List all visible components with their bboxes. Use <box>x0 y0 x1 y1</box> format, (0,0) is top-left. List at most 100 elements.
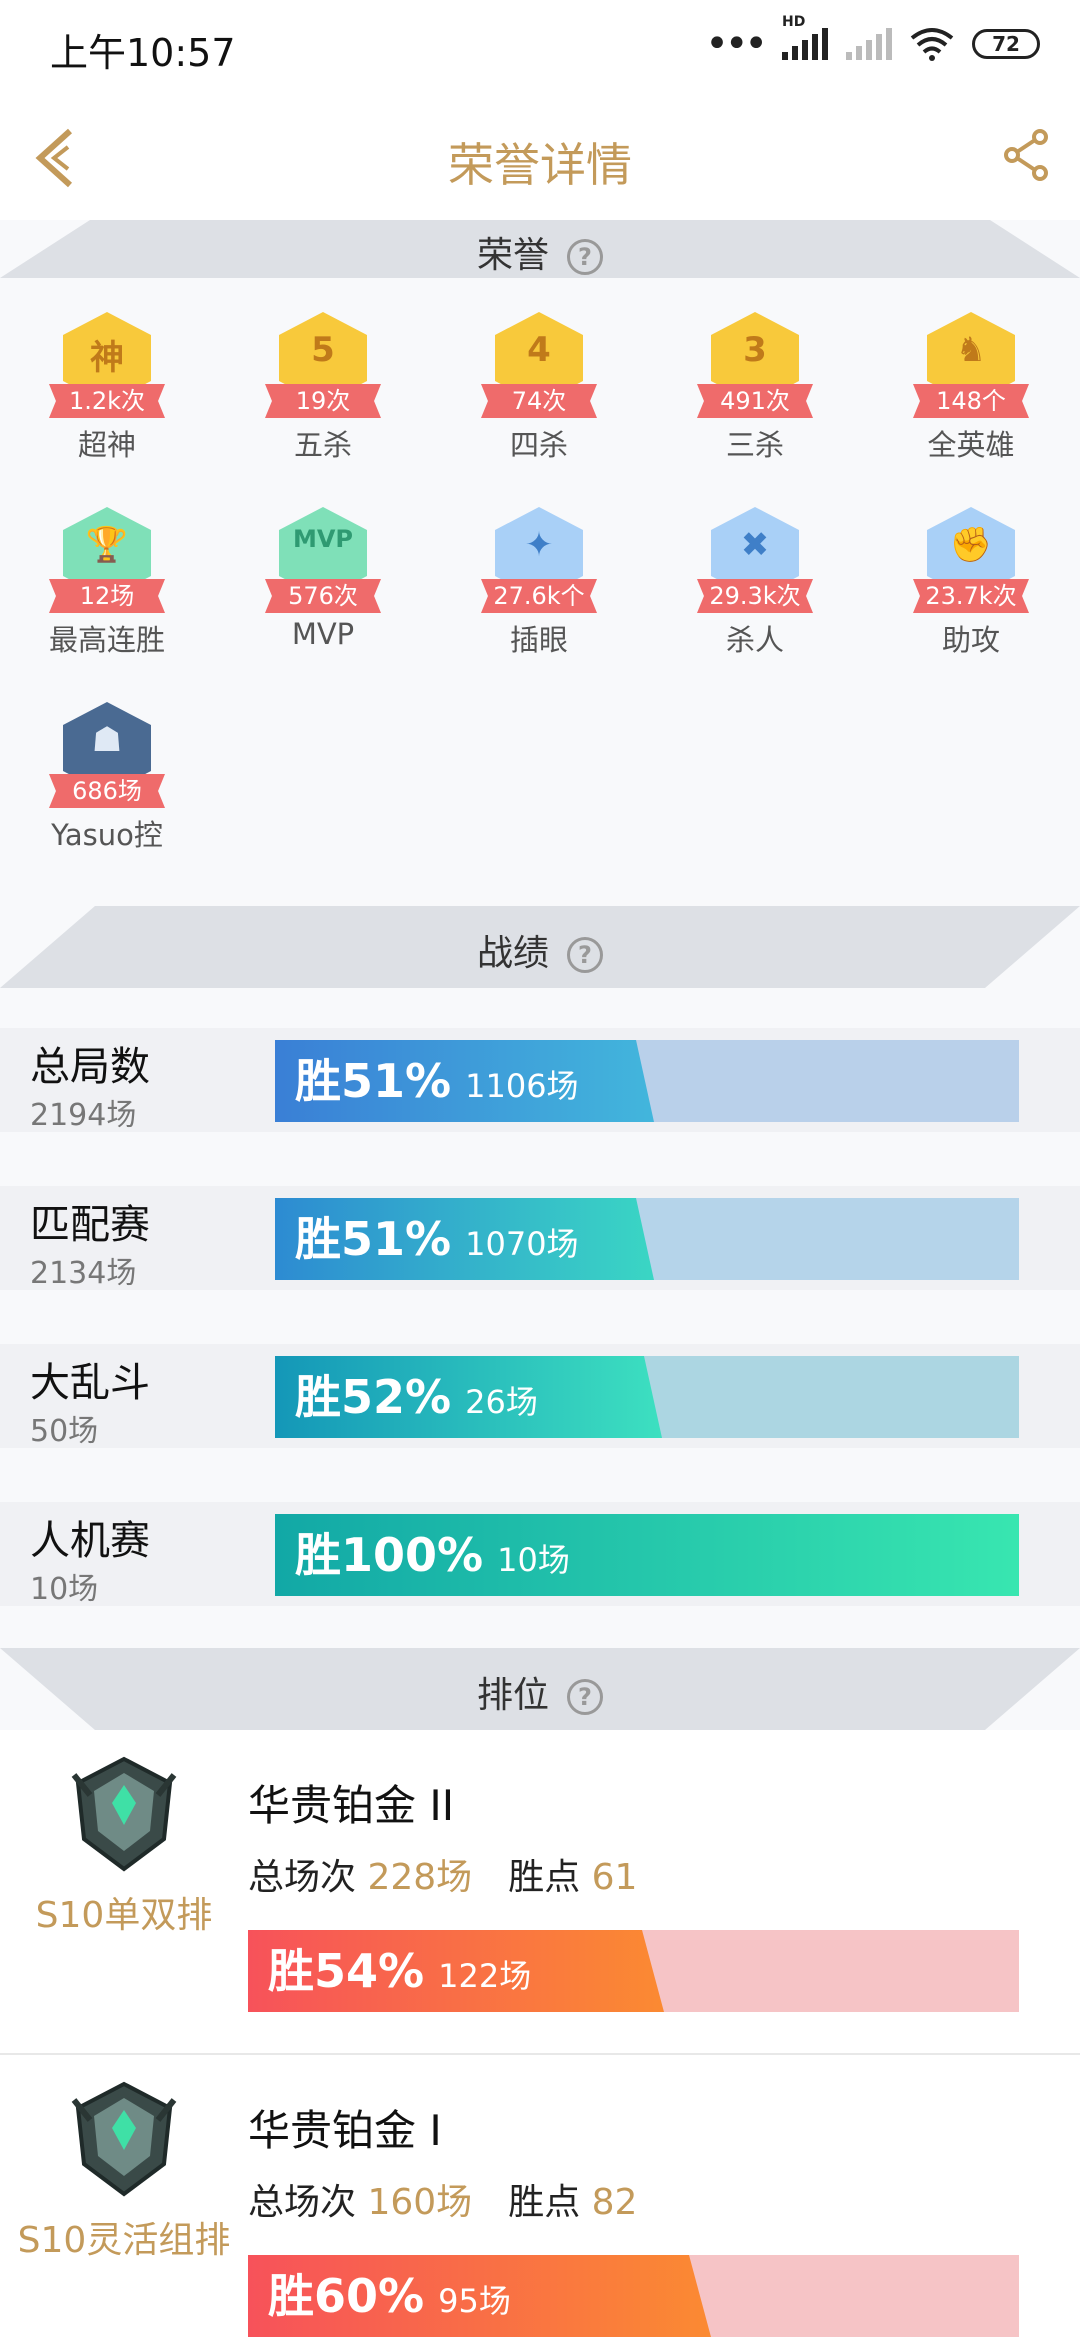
ranked-card[interactable]: S10灵活组排 华贵铂金 I 总场次 160场 胜点 82 胜60% 95场 <box>0 2055 1080 2340</box>
record-total: 50场 <box>30 1414 99 1449</box>
honor-glyph: ☗ <box>91 720 123 760</box>
honor-item[interactable]: 5 19次五杀 <box>233 308 413 464</box>
honor-glyph: ♞ <box>955 330 987 370</box>
honor-badge-icon: 3 491次 <box>697 308 813 418</box>
honor-name: Yasuo控 <box>51 818 163 852</box>
record-total: 2134场 <box>30 1256 137 1291</box>
winrate-text: 胜100% 10场 <box>295 1514 570 1596</box>
section-header-record: 战绩? <box>0 906 1080 988</box>
ranked-mode: S10单双排 <box>35 1895 213 1936</box>
honor-item[interactable]: 4 74次四杀 <box>449 308 629 464</box>
ranked-info: 总场次 160场 胜点 82 <box>248 2173 637 2225</box>
ranked-mode: S10灵活组排 <box>17 2220 231 2261</box>
honor-item[interactable]: ✦ 27.6k个插眼 <box>449 503 629 659</box>
record-row[interactable]: 匹配赛 2134场 胜51% 1070场 <box>0 1186 1080 1291</box>
help-icon[interactable]: ? <box>567 1679 603 1715</box>
total-label: 总场次 <box>248 2182 357 2223</box>
honor-name: 全英雄 <box>927 428 1015 462</box>
honor-item[interactable]: ♞ 148个全英雄 <box>881 308 1061 464</box>
honor-glyph: ✊ <box>949 525 993 565</box>
honor-name: 三杀 <box>725 428 784 462</box>
winrate-text: 胜51% 1106场 <box>295 1040 579 1122</box>
honor-count: 12场 <box>49 579 165 613</box>
record-title: 大乱斗 <box>30 1360 150 1406</box>
honor-name: 助攻 <box>941 623 1000 657</box>
status-bar: 上午10:57 ••• HD 72 <box>0 0 1080 95</box>
page-title: 荣誉详情 <box>448 138 632 192</box>
ranked-winrate-bar: 胜60% 95场 <box>248 2255 1019 2337</box>
honor-badge-icon: MVP 576次 <box>265 503 381 613</box>
honor-badge-icon: ✦ 27.6k个 <box>481 503 597 613</box>
honor-count: 686场 <box>49 774 165 808</box>
honor-item[interactable]: ✖ 29.3k次 杀人 <box>665 503 845 659</box>
battery-icon: 72 <box>972 29 1040 59</box>
record-row[interactable]: 大乱斗 50场 胜52% 26场 <box>0 1344 1080 1449</box>
winrate-text: 胜52% 26场 <box>295 1356 538 1438</box>
section-header-ranked: 排位? <box>0 1648 1080 1730</box>
points-value: 61 <box>580 1857 638 1898</box>
total-label: 总场次 <box>248 1857 357 1898</box>
honor-glyph: ✖ <box>740 525 770 565</box>
ranked-winrate-label: 胜60% <box>268 2269 425 2323</box>
section-title-record: 战绩 <box>476 933 549 974</box>
honor-badge-icon: ✖ 29.3k次 <box>697 503 813 613</box>
record-title: 匹配赛 <box>30 1202 150 1248</box>
record-total: 10场 <box>30 1572 99 1607</box>
ranked-info: 总场次 228场 胜点 61 <box>248 1848 637 1900</box>
win-games: 1070场 <box>465 1225 579 1263</box>
honor-name: 五杀 <box>293 428 352 462</box>
honor-count: 29.3k次 <box>697 579 813 613</box>
platinum-emblem-icon <box>71 1756 177 1872</box>
status-icons: ••• HD 72 <box>705 14 1040 64</box>
honor-name: 超神 <box>77 428 136 462</box>
winrate-bar: 胜51% 1070场 <box>275 1198 1019 1280</box>
winrate-label: 胜51% <box>295 1212 452 1266</box>
total-games: 160场 <box>356 2182 473 2223</box>
win-games: 1106场 <box>465 1067 579 1105</box>
winrate-label: 胜51% <box>295 1054 452 1108</box>
ranked-winrate-text: 胜54% 122场 <box>268 1930 531 2012</box>
nav-bar: 荣誉详情 <box>0 95 1080 220</box>
win-games: 26场 <box>465 1383 538 1421</box>
honor-glyph: 5 <box>311 330 335 370</box>
ranked-win-games: 122场 <box>438 1957 532 1995</box>
honor-item[interactable]: ✊ 23.7k次 助攻 <box>881 503 1061 659</box>
honor-name: 插眼 <box>509 623 568 657</box>
honor-item[interactable]: ☗ 686场 Yasuo控 <box>17 698 197 854</box>
section-header-honor: 荣誉? <box>0 220 1080 278</box>
help-icon[interactable]: ? <box>567 239 603 275</box>
winrate-bar: 胜52% 26场 <box>275 1356 1019 1438</box>
honor-count: 19次 <box>265 384 381 418</box>
honor-badge-icon: ☗ 686场 <box>49 698 165 808</box>
honor-item[interactable]: 3 491次三杀 <box>665 308 845 464</box>
platinum-emblem-icon <box>71 2081 177 2197</box>
winrate-label: 胜100% <box>295 1528 484 1582</box>
winrate-bar: 胜100% 10场 <box>275 1514 1019 1596</box>
honor-name: 杀人 <box>725 623 784 657</box>
share-icon[interactable] <box>1002 129 1050 181</box>
honor-badge-icon: 神 1.2k次 <box>49 308 165 418</box>
honor-badge-icon: 4 74次 <box>481 308 597 418</box>
honor-badge-icon: 🏆 12场 <box>49 503 165 613</box>
status-time: 上午10:57 <box>50 31 236 75</box>
record-row[interactable]: 人机赛 10场 胜100% 10场 <box>0 1502 1080 1607</box>
ranked-card[interactable]: S10单双排 华贵铂金 II 总场次 228场 胜点 61 胜54% 122场 <box>0 1730 1080 2053</box>
wifi-icon <box>910 28 954 61</box>
honor-badge-icon: ♞ 148个 <box>913 308 1029 418</box>
honor-count: 148个 <box>913 384 1029 418</box>
winrate-bar: 胜51% 1106场 <box>275 1040 1019 1122</box>
honor-count: 27.6k个 <box>481 579 597 613</box>
record-total: 2194场 <box>30 1098 137 1133</box>
winrate-text: 胜51% 1070场 <box>295 1198 579 1280</box>
record-row[interactable]: 总局数 2194场 胜51% 1106场 <box>0 1028 1080 1133</box>
honor-item[interactable]: 🏆 12场 最高连胜 <box>17 503 197 659</box>
ranked-winrate-bar: 胜54% 122场 <box>248 1930 1019 2012</box>
honor-name: 四杀 <box>509 428 568 462</box>
points-label: 胜点 <box>508 1857 581 1898</box>
honor-glyph: MVP <box>292 525 354 553</box>
record-title: 人机赛 <box>30 1518 150 1564</box>
help-icon[interactable]: ? <box>567 937 603 973</box>
honor-item[interactable]: 神 1.2k次超神 <box>17 308 197 464</box>
total-games: 228场 <box>356 1857 473 1898</box>
honor-item[interactable]: MVP 576次 MVP <box>233 503 413 651</box>
